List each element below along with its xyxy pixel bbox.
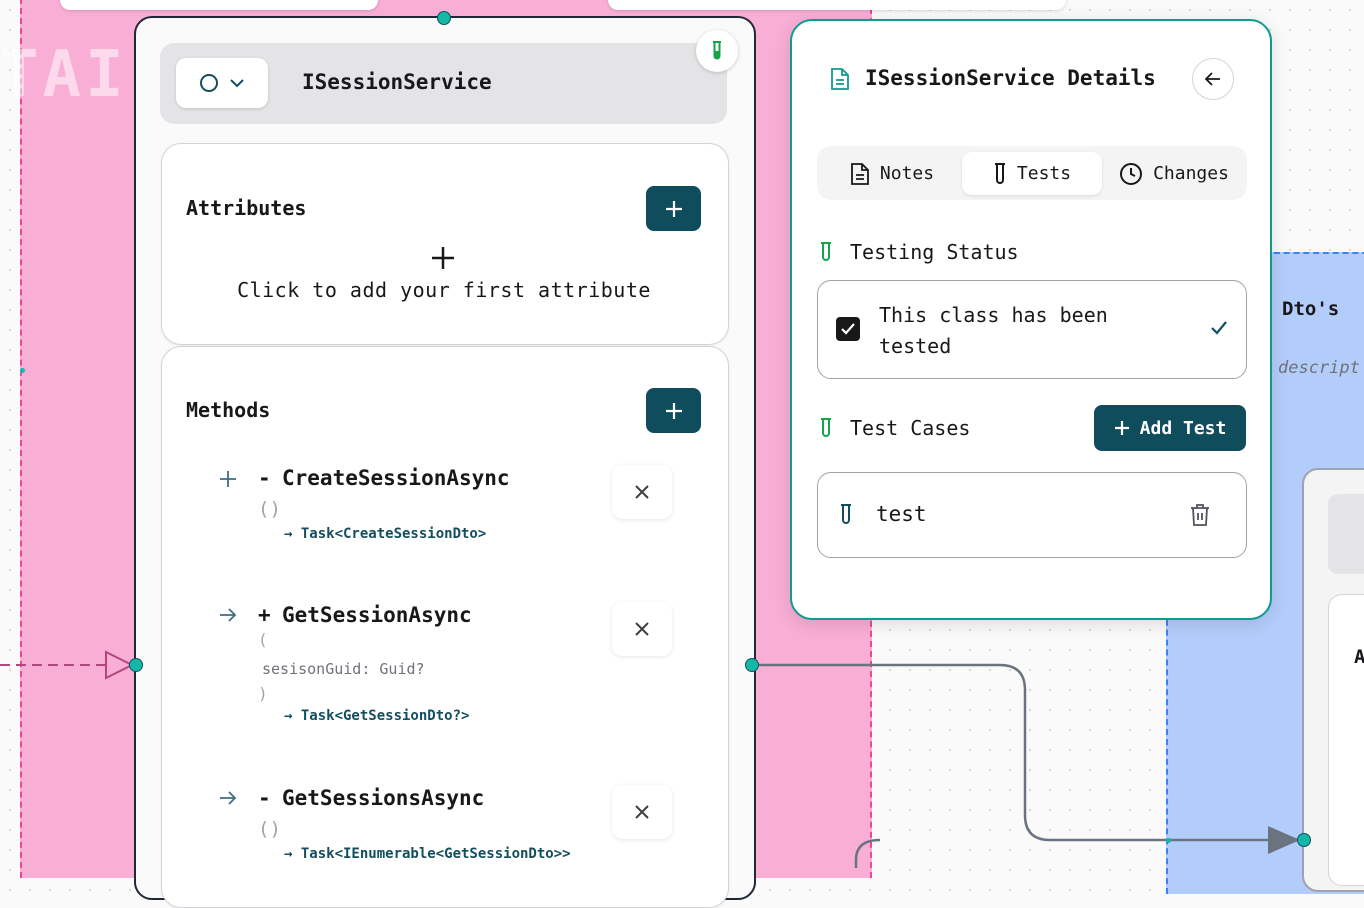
tab-notes-label: Notes	[879, 163, 935, 184]
close-icon	[635, 485, 649, 499]
method-visibility[interactable]: -	[258, 466, 271, 490]
tab-changes[interactable]: Changes	[1106, 152, 1242, 195]
delete-method-button[interactable]	[612, 602, 672, 656]
method-parameter[interactable]: sesisonGuid: Guid?	[262, 660, 425, 678]
attributes-empty-text[interactable]: Click to add your first attribute	[160, 278, 728, 302]
test-tube-icon	[821, 418, 831, 437]
close-icon	[635, 622, 649, 636]
arrow-left-icon	[1205, 72, 1220, 86]
add-attribute-button[interactable]	[646, 186, 701, 231]
circle-icon	[200, 74, 218, 92]
check-icon	[1211, 321, 1227, 335]
document-icon	[851, 162, 869, 185]
test-tube-icon	[994, 162, 1005, 184]
testing-status-heading: Testing Status	[850, 240, 1019, 264]
attributes-section	[161, 143, 729, 345]
tested-checkbox[interactable]	[836, 317, 860, 341]
plus-icon	[665, 402, 682, 419]
method-parameters[interactable]: ()	[258, 818, 281, 840]
arrow-right-icon[interactable]	[219, 607, 237, 623]
trash-icon[interactable]	[1189, 503, 1211, 527]
plus-icon	[665, 200, 682, 217]
plus-icon[interactable]	[430, 245, 456, 275]
node-edge-fragment	[608, 0, 1066, 10]
tested-checkbox-label[interactable]: This class has been tested	[879, 300, 1159, 362]
details-title: ISessionService Details	[865, 66, 1156, 90]
class-name[interactable]: ISessionService	[302, 70, 492, 94]
plus-icon	[1114, 421, 1129, 435]
dto-node-section-title: A	[1354, 646, 1364, 668]
dto-node-section	[1328, 594, 1364, 886]
connection-handle-dto[interactable]	[1297, 833, 1311, 847]
test-tube-icon	[841, 504, 851, 524]
connection-handle-top[interactable]	[437, 11, 451, 25]
methods-title: Methods	[186, 398, 271, 422]
test-tube-icon[interactable]	[696, 30, 738, 72]
back-button[interactable]	[1192, 58, 1234, 100]
group-label: TAI	[0, 38, 128, 112]
test-tube-icon	[821, 242, 831, 261]
document-icon	[831, 68, 849, 90]
connection-handle-right[interactable]	[745, 658, 759, 672]
group-resize-dot[interactable]	[1166, 838, 1171, 843]
plus-icon[interactable]	[219, 470, 237, 488]
connection-handle-left[interactable]	[129, 658, 143, 672]
method-return-type[interactable]: → Task<IEnumerable<GetSessionDto>>	[284, 846, 571, 862]
tab-tests-label: Tests	[1016, 163, 1072, 184]
dto-group-title: Dto's	[1282, 298, 1340, 320]
close-icon	[635, 805, 649, 819]
attributes-title: Attributes	[186, 196, 307, 220]
dto-group-description: descript	[1278, 358, 1360, 378]
method-parameters-open: (	[258, 630, 268, 649]
chevron-down-icon	[230, 79, 244, 88]
test-case-name[interactable]: test	[876, 502, 927, 526]
add-test-label: Add Test	[1139, 417, 1227, 439]
check-icon	[841, 323, 855, 335]
method-parameters-close: )	[258, 684, 268, 703]
clock-icon	[1120, 162, 1143, 185]
method-return-type[interactable]: → Task<CreateSessionDto>	[284, 526, 486, 542]
add-method-button[interactable]	[646, 388, 701, 433]
dto-node-header	[1328, 494, 1364, 574]
method-visibility[interactable]: -	[258, 786, 271, 810]
class-type-selector[interactable]	[176, 58, 268, 108]
method-visibility[interactable]: +	[258, 603, 271, 627]
test-cases-heading: Test Cases	[850, 416, 971, 440]
tab-changes-label: Changes	[1153, 163, 1229, 184]
add-test-button[interactable]: Add Test	[1094, 405, 1246, 451]
group-resize-dot[interactable]	[20, 368, 25, 373]
method-name[interactable]: GetSessionAsync	[282, 603, 472, 627]
method-name[interactable]: GetSessionsAsync	[282, 786, 484, 810]
arrow-right-icon[interactable]	[219, 790, 237, 806]
delete-method-button[interactable]	[612, 785, 672, 839]
method-parameters[interactable]: ()	[258, 498, 281, 520]
tab-notes[interactable]: Notes	[828, 152, 956, 195]
method-return-type[interactable]: → Task<GetSessionDto?>	[284, 708, 469, 724]
delete-method-button[interactable]	[612, 465, 672, 519]
tab-tests[interactable]: Tests	[962, 152, 1102, 195]
node-edge-fragment	[60, 0, 378, 10]
method-name[interactable]: CreateSessionAsync	[282, 466, 510, 490]
